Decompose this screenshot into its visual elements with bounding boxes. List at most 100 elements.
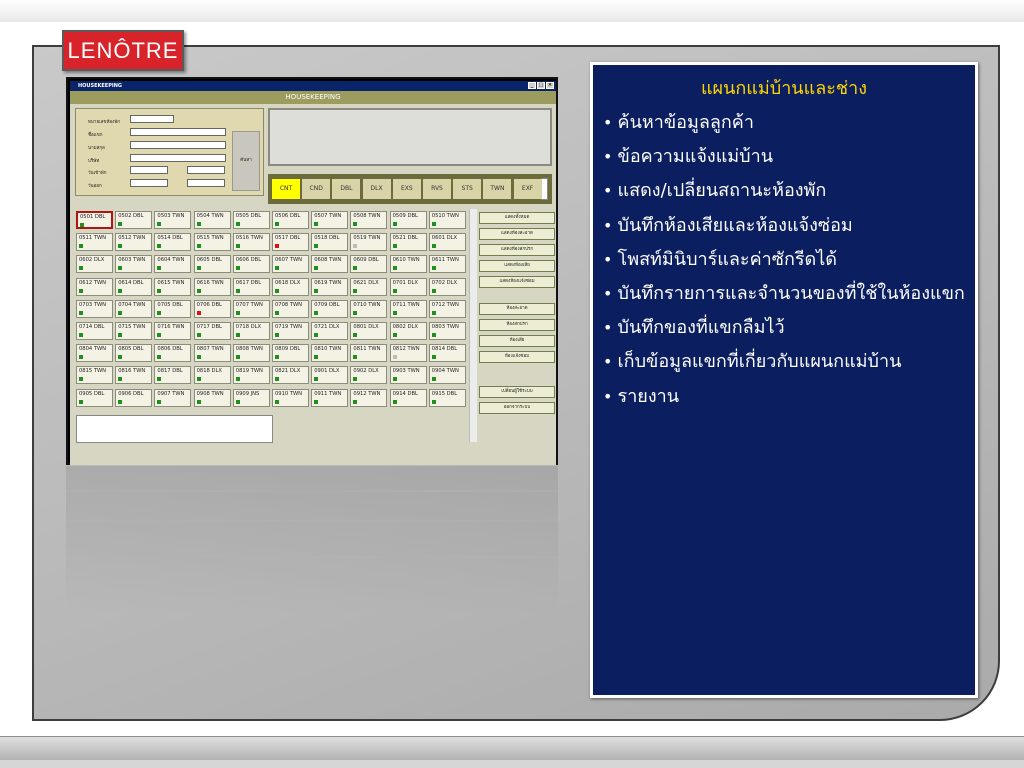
filter-scrollbar[interactable] — [541, 178, 548, 200]
checkin-date-input[interactable] — [130, 166, 168, 174]
room-tile[interactable]: 0812 TWN — [389, 344, 427, 363]
room-tile[interactable]: 0616 TWN — [193, 277, 231, 296]
room-tile[interactable]: 0903 TWN — [389, 366, 427, 385]
checkout-date-input-2[interactable] — [187, 179, 225, 187]
room-tile[interactable]: 0718 DLX — [232, 322, 270, 340]
maximize-icon[interactable]: □ — [537, 82, 545, 89]
room-tile[interactable]: 0605 DBL — [193, 255, 231, 274]
room-tile[interactable]: 0517 DBL — [272, 233, 309, 252]
room-tile[interactable]: 0806 DBL — [154, 344, 192, 363]
side-button[interactable]: แสดงห้องสกปรก — [479, 244, 555, 256]
room-tile[interactable]: 0601 DLX — [428, 233, 466, 252]
room-tile[interactable]: 0809 DBL — [272, 344, 309, 363]
room-tile[interactable]: 0709 DBL — [311, 299, 349, 318]
room-tile[interactable]: 0902 DLX — [350, 366, 388, 385]
room-tile[interactable]: 0714 DBL — [76, 322, 113, 340]
company-input[interactable] — [130, 154, 226, 162]
room-tile[interactable]: 0719 TWN — [272, 322, 309, 340]
room-tile[interactable]: 0621 DLX — [350, 277, 388, 296]
room-tile[interactable]: 0802 DLX — [389, 322, 427, 340]
room-tile[interactable]: 0507 TWN — [311, 211, 349, 229]
room-tile[interactable]: 0502 DBL — [115, 211, 153, 229]
last-name-input[interactable] — [130, 141, 226, 149]
filter-exf[interactable]: EXF — [513, 179, 542, 199]
room-tile[interactable]: 0608 TWN — [311, 255, 349, 274]
room-tile[interactable]: 0906 DBL — [115, 388, 153, 407]
room-tile[interactable]: 0510 TWN — [428, 211, 466, 229]
filter-exs[interactable]: EXS — [392, 179, 421, 199]
room-tile[interactable]: 0504 TWN — [193, 211, 231, 229]
room-tile[interactable]: 0508 TWN — [350, 211, 388, 229]
side-button[interactable]: แสดงทั้งหมด — [479, 212, 555, 224]
room-tile[interactable]: 0805 DBL — [115, 344, 153, 363]
room-tile[interactable]: 0905 DBL — [76, 388, 113, 407]
side-button[interactable]: ห้องสะอาด — [479, 303, 555, 315]
notes-textarea[interactable] — [268, 108, 552, 166]
room-tile[interactable]: 0511 TWN — [76, 233, 113, 252]
side-button[interactable]: ออกจากระบบ — [479, 402, 555, 414]
side-button[interactable]: แสดงห้องเสีย — [479, 260, 555, 272]
first-name-input[interactable] — [130, 128, 226, 136]
room-tile[interactable]: 0908 TWN — [193, 388, 231, 407]
room-tile[interactable]: 0706 DBL — [193, 299, 231, 318]
room-grid-scrollbar[interactable] — [469, 209, 477, 442]
room-tile[interactable]: 0704 TWN — [115, 299, 153, 318]
room-tile[interactable]: 0702 DLX — [428, 277, 466, 296]
filter-twn[interactable]: TWN — [483, 179, 512, 199]
room-tile[interactable]: 0710 TWN — [350, 299, 388, 318]
room-tile[interactable]: 0801 DLX — [350, 322, 388, 340]
room-tile[interactable]: 0818 DLX — [193, 366, 231, 385]
room-tile[interactable]: 0604 TWN — [154, 255, 192, 274]
filter-dlx[interactable]: DLX — [362, 179, 391, 199]
room-tile[interactable]: 0606 DBL — [232, 255, 270, 274]
room-tile[interactable]: 0914 DBL — [389, 388, 427, 407]
side-button[interactable]: ห้องสกปรก — [479, 319, 555, 331]
room-tile[interactable]: 0814 DBL — [428, 344, 466, 363]
side-button[interactable]: แสดงห้องสะอาด — [479, 228, 555, 240]
room-tile[interactable]: 0518 DBL — [311, 233, 349, 252]
filter-sts[interactable]: STS — [453, 179, 482, 199]
room-tile[interactable]: 0808 TWN — [232, 344, 270, 363]
room-tile[interactable]: 0615 TWN — [154, 277, 192, 296]
room-tile[interactable]: 0721 DLX — [311, 322, 349, 340]
room-tile[interactable]: 0816 TWN — [115, 366, 153, 385]
room-tile[interactable]: 0618 DLX — [272, 277, 309, 296]
room-tile[interactable]: 0607 TWN — [272, 255, 309, 274]
room-tile[interactable]: 0705 DBL — [154, 299, 192, 318]
room-tile[interactable]: 0505 DBL — [232, 211, 270, 229]
side-button[interactable]: ห้องเสีย — [479, 335, 555, 347]
room-tile[interactable]: 0907 TWN — [154, 388, 192, 407]
room-tile[interactable]: 0717 DBL — [193, 322, 231, 340]
minimize-icon[interactable]: _ — [528, 82, 536, 89]
room-number-input[interactable] — [130, 115, 174, 123]
side-button[interactable]: เปลี่ยนผู้ใช้ระบบ — [479, 386, 555, 398]
room-tile[interactable]: 0506 DBL — [272, 211, 309, 229]
room-tile[interactable]: 0811 TWN — [350, 344, 388, 363]
room-tile[interactable]: 0619 TWN — [311, 277, 349, 296]
room-tile[interactable]: 0807 TWN — [193, 344, 231, 363]
room-tile[interactable]: 0603 TWN — [115, 255, 153, 274]
room-tile[interactable]: 0712 TWN — [428, 299, 466, 318]
room-tile[interactable]: 0519 TWN — [350, 233, 388, 252]
message-box[interactable] — [76, 415, 273, 443]
room-tile[interactable]: 0815 TWN — [76, 366, 113, 385]
room-tile[interactable]: 0512 TWN — [115, 233, 153, 252]
close-icon[interactable]: × — [546, 82, 554, 89]
room-tile[interactable]: 0708 TWN — [272, 299, 309, 318]
filter-cnd[interactable]: CND — [302, 179, 331, 199]
room-tile[interactable]: 0612 TWN — [76, 277, 113, 296]
room-tile[interactable]: 0614 DBL — [115, 277, 153, 296]
room-tile[interactable]: 0711 TWN — [389, 299, 427, 318]
room-tile[interactable]: 0521 DBL — [389, 233, 427, 252]
checkout-date-input[interactable] — [130, 179, 168, 187]
room-tile[interactable]: 0821 DLX — [272, 366, 309, 385]
room-tile[interactable]: 0819 TWN — [232, 366, 270, 385]
filter-rvs[interactable]: RVS — [423, 179, 451, 199]
room-tile[interactable]: 0503 TWN — [154, 211, 192, 229]
side-button[interactable]: ห้องแจ้งซ่อม — [479, 351, 555, 363]
room-tile[interactable]: 0915 DBL — [428, 388, 466, 407]
room-tile[interactable]: 0609 DBL — [350, 255, 388, 274]
room-tile[interactable]: 0716 TWN — [154, 322, 192, 340]
room-tile[interactable]: 0610 TWN — [389, 255, 427, 274]
search-button[interactable]: ค้นหา — [232, 131, 260, 191]
